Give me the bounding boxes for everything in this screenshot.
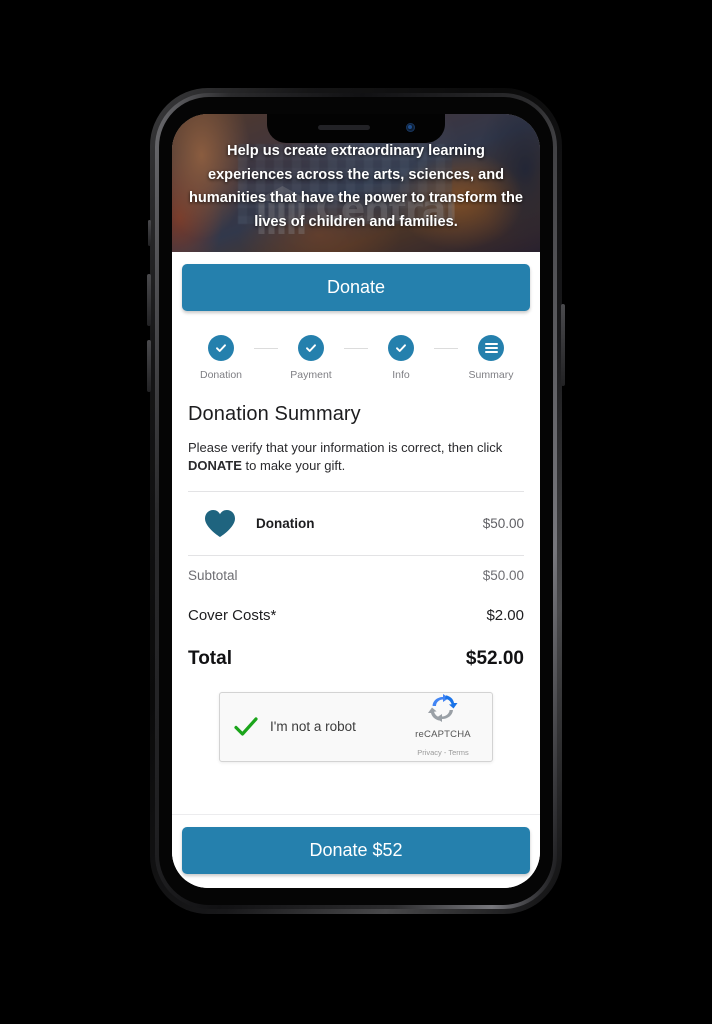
list-lines-icon (484, 343, 498, 353)
recaptcha-label: I'm not a robot (270, 719, 356, 735)
recaptcha-widget[interactable]: I'm not a robot reCAPTCHA Privacy - Term… (219, 691, 493, 762)
device-stage: Central Help us create extraordinary lea… (0, 0, 712, 1024)
total-value: $52.00 (465, 647, 524, 669)
phone-notch (267, 114, 445, 143)
subtotal-row: Subtotal $50.00 (188, 556, 524, 595)
step-circle-payment (298, 335, 324, 361)
step-label-summary: Summary (468, 369, 514, 381)
summary-card: Donation Summary Please verify that your… (172, 385, 540, 776)
cover-costs-row: Cover Costs* $2.00 (188, 595, 524, 636)
step-label-donation: Donation (199, 369, 243, 381)
front-camera-icon (406, 123, 415, 132)
check-icon (396, 344, 406, 352)
content-spacer (172, 775, 540, 790)
hero-headline: Help us create extraordinary learning ex… (188, 143, 524, 230)
stepper-step-payment[interactable]: Payment (278, 335, 344, 381)
subtotal-label: Subtotal (188, 567, 238, 583)
stepper-connector-1 (254, 348, 278, 349)
recaptcha-checkbox[interactable] (232, 715, 260, 739)
recaptcha-privacy-terms[interactable]: Privacy - Terms (417, 748, 469, 757)
recaptcha-zone: I'm not a robot reCAPTCHA Privacy - Term… (188, 682, 524, 776)
stepper-row: Donation Payment Info Summary (188, 335, 524, 381)
heart-icon-wrap (188, 509, 240, 538)
verify-prefix: Please verify that your information is c… (188, 440, 503, 455)
recaptcha-brand: reCAPTCHA Privacy - Terms (406, 693, 480, 760)
stepper-step-info[interactable]: Info (368, 335, 434, 381)
power-button[interactable] (561, 304, 565, 386)
green-check-icon (234, 717, 258, 736)
step-circle-info (388, 335, 414, 361)
verify-emphasis: DONATE (188, 458, 242, 474)
total-row: Total $52.00 (188, 636, 524, 682)
step-circle-summary (478, 335, 504, 361)
earpiece-speaker-icon (318, 125, 370, 130)
line-item-donation: Donation $50.00 (188, 492, 524, 555)
verify-instructions: Please verify that your information is c… (188, 439, 524, 476)
phone-device: Central Help us create extraordinary lea… (147, 88, 565, 914)
stepper-step-summary[interactable]: Summary (458, 335, 524, 381)
step-label-info: Info (392, 369, 410, 381)
total-label: Total (188, 647, 232, 669)
step-label-payment: Payment (290, 369, 332, 381)
recaptcha-logo-icon (428, 693, 458, 722)
silent-switch[interactable] (148, 220, 151, 246)
checkout-stepper: Donation Payment Info Summary (172, 321, 540, 385)
donate-button-bottom[interactable]: Donate $52 (182, 827, 530, 874)
heart-icon (205, 509, 235, 537)
line-item-label: Donation (256, 515, 315, 531)
stepper-connector-2 (344, 348, 368, 349)
stepper-connector-3 (434, 348, 458, 349)
phone-screen: Central Help us create extraordinary lea… (172, 114, 540, 888)
check-icon (216, 344, 226, 352)
bottom-action-bar: Donate $52 (172, 814, 540, 888)
recaptcha-brand-name: reCAPTCHA (415, 728, 471, 740)
volume-down-button[interactable] (147, 340, 151, 392)
donate-button-top[interactable]: Donate (182, 264, 530, 311)
volume-up-button[interactable] (147, 274, 151, 326)
subtotal-value: $50.00 (482, 567, 524, 583)
line-item-amount: $50.00 (482, 515, 524, 531)
check-icon (306, 344, 316, 352)
stepper-step-donation[interactable]: Donation (188, 335, 254, 381)
top-donate-bar: Donate (172, 252, 540, 321)
cover-costs-label: Cover Costs* (188, 606, 277, 624)
verify-suffix: to make your gift. (241, 458, 346, 474)
step-circle-donation (208, 335, 234, 361)
cover-costs-value: $2.00 (486, 606, 524, 624)
page-title: Donation Summary (188, 403, 361, 425)
